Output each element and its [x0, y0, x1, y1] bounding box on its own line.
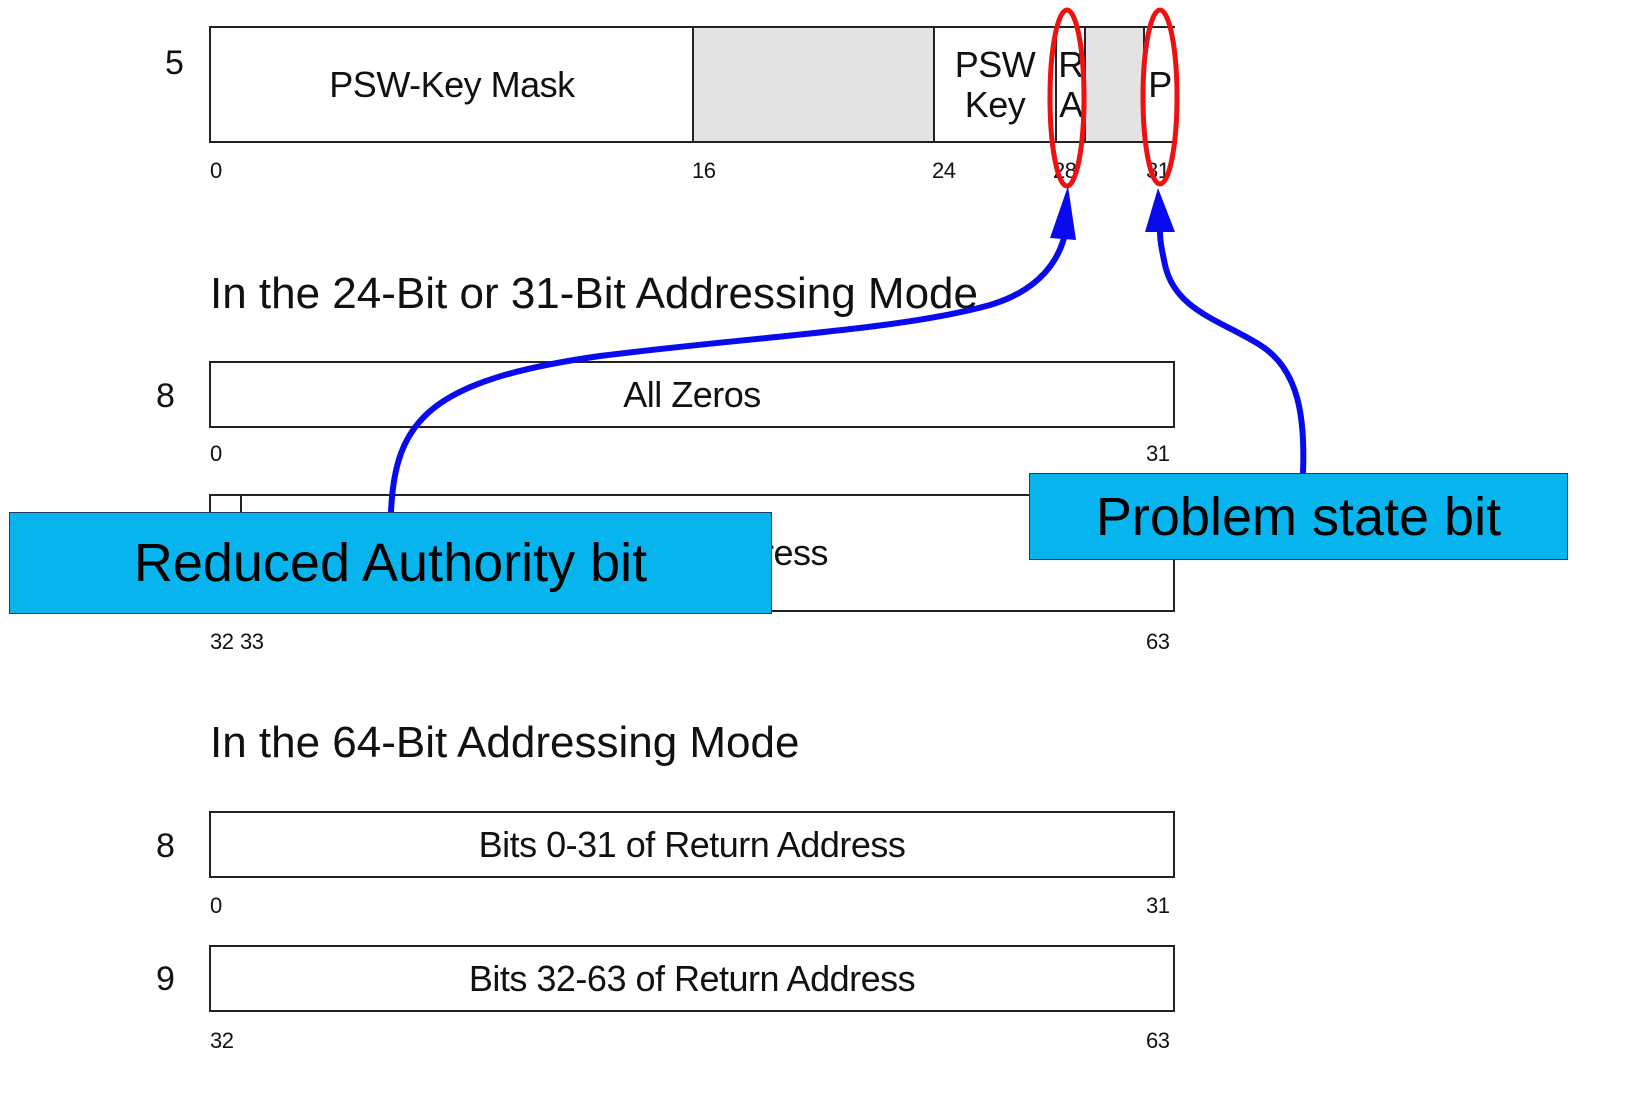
highlight-ring-ra — [1047, 7, 1087, 189]
arrow-ra-head — [1050, 186, 1076, 240]
arrow-ra-line — [388, 229, 1069, 513]
arrow-p-head — [1145, 188, 1175, 232]
highlight-ring-p — [1140, 7, 1180, 187]
callout-problem-state-text: Problem state bit — [1095, 486, 1502, 547]
arrow-p-line — [1157, 231, 1307, 474]
callout-problem-state: Problem state bit — [1029, 473, 1568, 560]
callout-reduced-authority: Reduced Authority bit — [9, 512, 772, 614]
callout-reduced-authority-text: Reduced Authority bit — [133, 533, 648, 593]
